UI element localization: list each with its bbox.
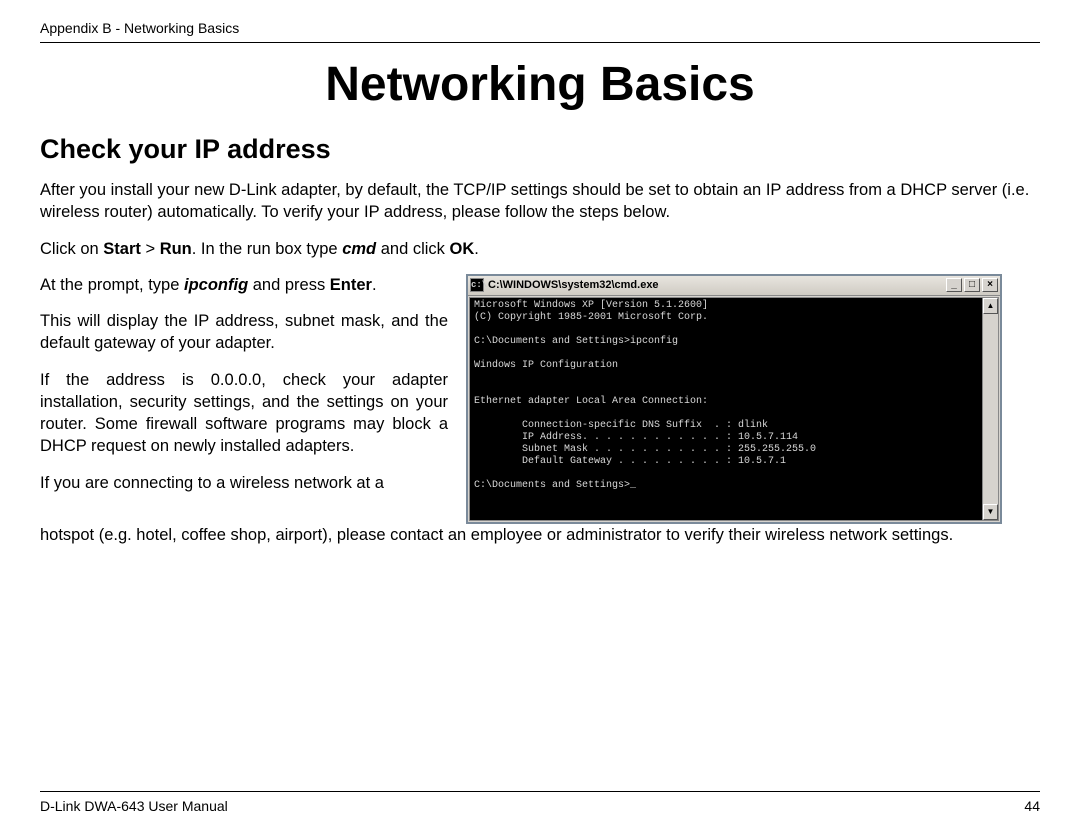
step-1: Click on Start > Run. In the run box typ… (40, 238, 1040, 260)
intro-paragraph: After you install your new D-Link adapte… (40, 179, 1040, 224)
header-breadcrumb: Appendix B - Networking Basics (40, 20, 1040, 43)
bold-start: Start (103, 240, 141, 258)
text: Click on (40, 240, 103, 258)
page-footer: D-Link DWA-643 User Manual 44 (40, 791, 1040, 814)
page-title: Networking Basics (40, 57, 1040, 112)
cmd-icon: c:\ (470, 278, 484, 292)
cmd-titlebar[interactable]: c:\ C:\WINDOWS\system32\cmd.exe _ □ × (468, 276, 1000, 296)
paragraph-5a: If you are connecting to a wireless netw… (40, 472, 448, 494)
text: and press (248, 276, 330, 294)
cmd-text: ipconfig (184, 276, 248, 294)
cmd-output[interactable]: Microsoft Windows XP [Version 5.1.2600] … (470, 298, 982, 520)
cmd-window-title: C:\WINDOWS\system32\cmd.exe (488, 278, 946, 293)
footer-page-number: 44 (1024, 798, 1040, 814)
scroll-up-icon[interactable]: ▲ (983, 298, 998, 314)
text: > (141, 240, 160, 258)
bold-enter: Enter (330, 276, 372, 294)
bold-ok: OK (450, 240, 475, 258)
footer-manual-name: D-Link DWA-643 User Manual (40, 798, 228, 814)
text: . (372, 276, 377, 294)
close-button[interactable]: × (982, 278, 998, 292)
text: . (474, 240, 479, 258)
paragraph-5b: hotspot (e.g. hotel, coffee shop, airpor… (40, 524, 1040, 546)
bold-run: Run (160, 240, 192, 258)
section-heading: Check your IP address (40, 134, 1040, 165)
text: and click (376, 240, 449, 258)
text: At the prompt, type (40, 276, 184, 294)
text: . In the run box type (192, 240, 342, 258)
paragraph-4: If the address is 0.0.0.0, check your ad… (40, 369, 448, 458)
cmd-window: c:\ C:\WINDOWS\system32\cmd.exe _ □ × Mi… (466, 274, 1002, 524)
paragraph-3: This will display the IP address, subnet… (40, 310, 448, 355)
maximize-button[interactable]: □ (964, 278, 980, 292)
minimize-button[interactable]: _ (946, 278, 962, 292)
scroll-down-icon[interactable]: ▼ (983, 504, 998, 520)
cmd-scrollbar[interactable]: ▲ ▼ (982, 298, 998, 520)
step-2: At the prompt, type ipconfig and press E… (40, 274, 448, 296)
cmd-text: cmd (342, 240, 376, 258)
